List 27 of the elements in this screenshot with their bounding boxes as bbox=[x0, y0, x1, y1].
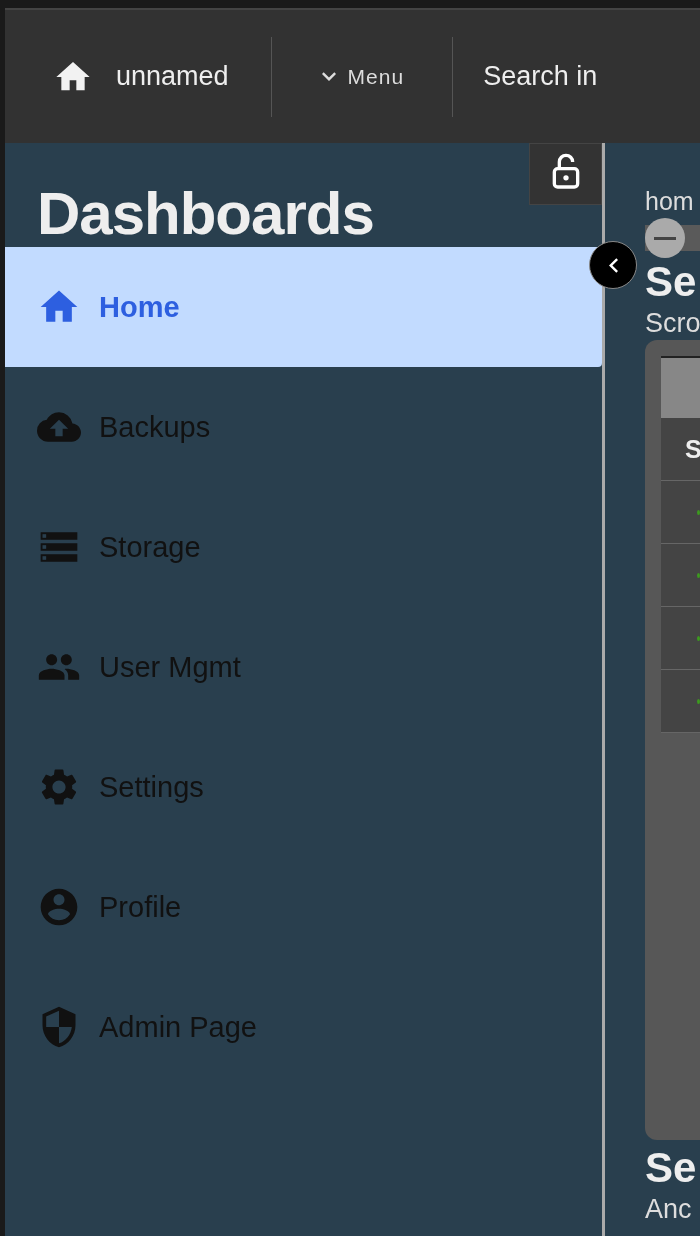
status-dot bbox=[697, 572, 700, 578]
status-dot bbox=[697, 698, 700, 704]
breadcrumb[interactable]: hom bbox=[645, 187, 700, 217]
lock-button[interactable] bbox=[529, 143, 602, 205]
section-text: Scro bbox=[645, 307, 700, 340]
search-label[interactable]: Search in bbox=[483, 61, 598, 92]
table-header bbox=[661, 356, 700, 418]
section-heading: Se bbox=[645, 258, 698, 306]
app-title: unnamed bbox=[116, 61, 229, 92]
chevron-left-icon bbox=[608, 257, 618, 273]
nav-item[interactable]: User Mgmt bbox=[5, 607, 602, 727]
status-dot bbox=[697, 635, 700, 641]
section-text: Anc bbox=[645, 1193, 693, 1226]
section-heading: Se bbox=[645, 1144, 698, 1192]
nav-item[interactable]: Storage bbox=[5, 487, 602, 607]
table-cell: S bbox=[685, 434, 700, 464]
nav-item[interactable]: Settings bbox=[5, 727, 602, 847]
collapse-button[interactable] bbox=[589, 241, 637, 289]
status-dot bbox=[697, 509, 700, 515]
slider-thumb[interactable] bbox=[645, 218, 685, 258]
nav-item[interactable]: Backups bbox=[5, 367, 602, 487]
nav-item[interactable]: Profile bbox=[5, 847, 602, 967]
nav-item[interactable]: Admin Page bbox=[5, 967, 602, 1087]
sidebar-title: Dashboards bbox=[36, 179, 374, 247]
nav-item[interactable]: Home bbox=[5, 247, 602, 367]
chevron-down-icon bbox=[321, 72, 336, 81]
menu-button[interactable]: Menu bbox=[321, 60, 405, 93]
